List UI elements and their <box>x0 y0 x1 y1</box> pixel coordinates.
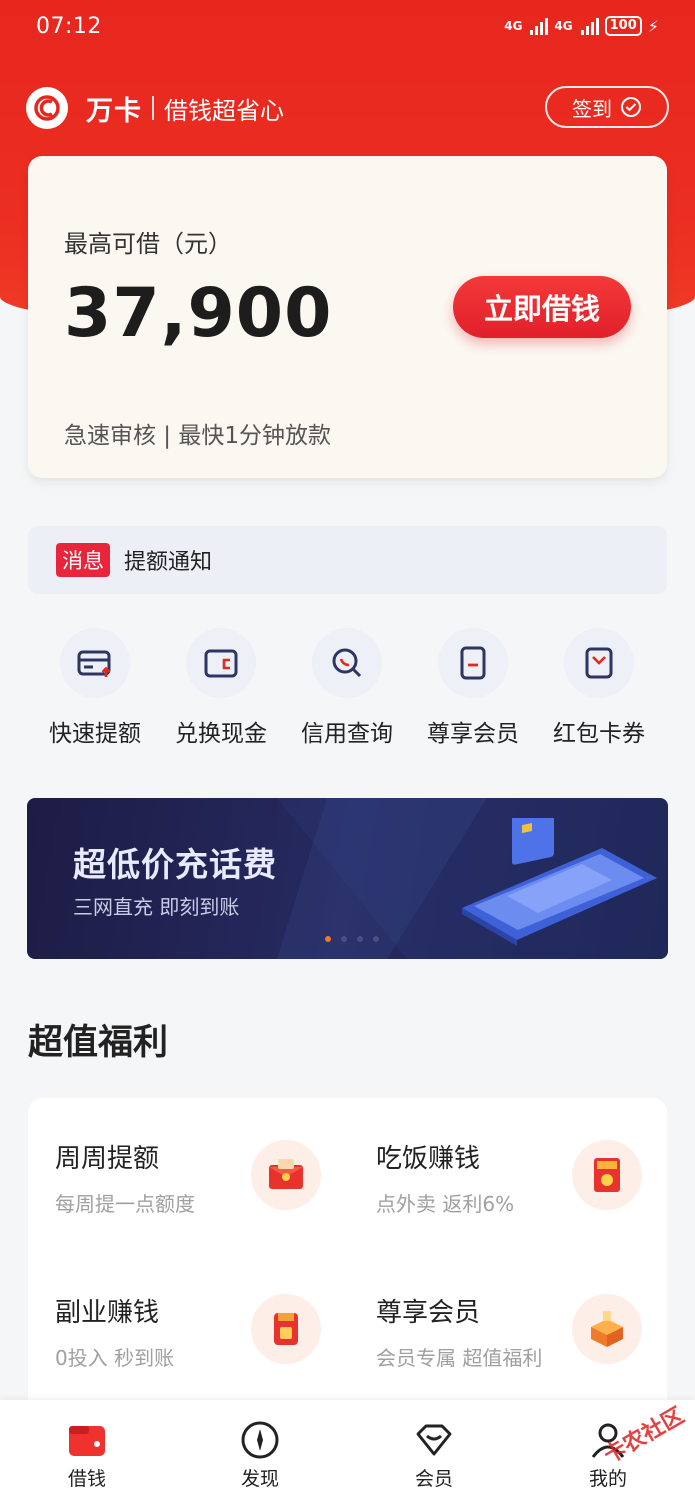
quick-action-label: 兑换现金 <box>175 721 267 747</box>
borrow-now-button[interactable]: 立即借钱 <box>453 276 631 338</box>
notice-tag: 消息 <box>56 543 110 577</box>
notice-bar[interactable]: 消息 提额通知 <box>28 526 667 594</box>
header-divider <box>152 96 154 120</box>
quick-action-label: 快速提额 <box>49 721 141 747</box>
tab-member[interactable]: 会员 <box>364 1400 504 1500</box>
loan-card-subtitle: 急速审核 | 最快1分钟放款 <box>64 423 332 449</box>
money-bag-icon <box>251 1294 321 1364</box>
network-label-1: 4G <box>504 19 523 33</box>
status-time: 07:12 <box>36 14 102 39</box>
red-envelope-icon <box>251 1140 321 1210</box>
phone-recharge-illustration <box>462 818 657 946</box>
welfare-item-weekly-increase[interactable]: 周周提额 每周提一点额度 <box>55 1098 355 1216</box>
quick-action-coupons[interactable]: 红包卡券 <box>536 628 662 748</box>
banner-pagination <box>325 936 379 942</box>
welfare-item-subtitle: 会员专属 超值福利 <box>376 1346 543 1370</box>
quick-action-credit-increase[interactable]: 快速提额 <box>32 628 158 748</box>
pagination-dot <box>357 936 363 942</box>
credit-limit-amount: 37,900 <box>64 274 333 353</box>
tab-label: 会员 <box>414 1468 453 1490</box>
food-coupon-icon <box>572 1140 642 1210</box>
checkin-button[interactable]: 签到 <box>545 86 669 128</box>
bottom-tab-bar: 借钱 发现 会员 我的 <box>0 1400 695 1500</box>
diamond-icon <box>414 1420 454 1460</box>
signal-icon <box>530 17 549 35</box>
pagination-dot <box>325 936 331 942</box>
loan-card: 最高可借（元） 37,900 立即借钱 急速审核 | 最快1分钟放款 <box>28 156 667 478</box>
coupon-icon <box>564 628 634 698</box>
welfare-item-title: 尊享会员 <box>376 1298 481 1328</box>
status-icons: 4G 4G 100 ⚡ <box>504 16 659 36</box>
member-card-icon <box>438 628 508 698</box>
status-bar: 07:12 4G 4G 100 ⚡ <box>0 0 695 56</box>
quick-action-credit-check[interactable]: 信用查询 <box>284 628 410 748</box>
quick-action-exchange-cash[interactable]: 兑换现金 <box>158 628 284 748</box>
tab-label: 发现 <box>240 1468 279 1490</box>
tab-discover[interactable]: 发现 <box>190 1400 330 1500</box>
brand-name: 万卡 <box>86 95 142 127</box>
credit-limit-label: 最高可借（元） <box>64 230 232 258</box>
wallet-icon <box>67 1420 107 1460</box>
welfare-item-subtitle: 0投入 秒到账 <box>55 1346 175 1370</box>
check-circle-icon <box>621 97 641 117</box>
quick-action-vip[interactable]: 尊享会员 <box>410 628 536 748</box>
quick-action-label: 信用查询 <box>301 721 393 747</box>
quick-action-label: 尊享会员 <box>427 721 519 747</box>
vip-gift-icon <box>572 1294 642 1364</box>
search-icon <box>312 628 382 698</box>
compass-icon <box>240 1420 280 1460</box>
welfare-item-side-hustle[interactable]: 副业赚钱 0投入 秒到账 <box>55 1252 355 1370</box>
brand-logo-icon <box>26 87 68 129</box>
welfare-item-title: 周周提额 <box>55 1144 160 1174</box>
quick-action-label: 红包卡券 <box>553 721 645 747</box>
welfare-item-vip[interactable]: 尊享会员 会员专属 超值福利 <box>376 1252 676 1370</box>
quick-actions: 快速提额 兑换现金 信用查询 尊享会员 红包卡券 <box>0 628 695 758</box>
notice-text: 提额通知 <box>124 550 213 575</box>
promo-banner[interactable]: 超低价充话费 三网直充 即刻到账 <box>27 798 668 959</box>
tab-borrow[interactable]: 借钱 <box>17 1400 157 1500</box>
brand-slogan: 借钱超省心 <box>164 96 284 125</box>
welfare-item-subtitle: 每周提一点额度 <box>55 1192 195 1216</box>
welfare-item-title: 吃饭赚钱 <box>376 1144 481 1174</box>
network-label-2: 4G <box>554 19 573 33</box>
banner-title: 超低价充话费 <box>73 845 277 884</box>
signal-icon <box>580 17 599 35</box>
welfare-item-title: 副业赚钱 <box>55 1298 160 1328</box>
pagination-dot <box>341 936 347 942</box>
battery-icon: 100 <box>604 16 642 36</box>
tab-label: 借钱 <box>67 1468 106 1490</box>
welfare-section-title: 超值福利 <box>28 1023 169 1063</box>
credit-card-up-icon <box>60 628 130 698</box>
wallet-icon <box>186 628 256 698</box>
tab-label: 我的 <box>588 1468 627 1490</box>
welfare-panel: 周周提额 每周提一点额度 吃饭赚钱 点外卖 返利6% 副业赚钱 0投入 秒到账 … <box>28 1098 667 1408</box>
banner-subtitle: 三网直充 即刻到账 <box>73 895 240 919</box>
welfare-item-subtitle: 点外卖 返利6% <box>376 1192 515 1216</box>
charging-icon: ⚡ <box>647 16 659 36</box>
app-header: 万卡 借钱超省心 <box>26 86 284 130</box>
checkin-label: 签到 <box>572 96 612 121</box>
pagination-dot <box>373 936 379 942</box>
welfare-item-eat-earn[interactable]: 吃饭赚钱 点外卖 返利6% <box>376 1098 676 1216</box>
